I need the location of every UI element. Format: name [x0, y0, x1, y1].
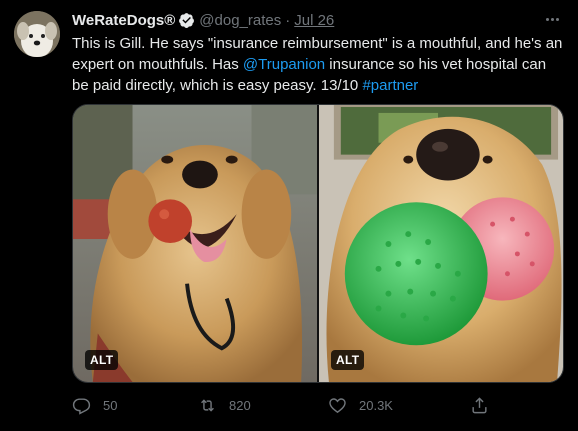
- reply-button[interactable]: 50: [72, 396, 117, 415]
- photo-right[interactable]: ALT: [319, 105, 563, 382]
- action-bar: 50 820 20.3K: [72, 394, 502, 416]
- avatar[interactable]: [14, 11, 60, 57]
- like-button[interactable]: 20.3K: [328, 396, 393, 415]
- verified-badge-icon: [179, 12, 195, 28]
- dog-photo-spiky-balls: [319, 105, 563, 382]
- reply-count: 50: [103, 397, 118, 413]
- heart-icon: [329, 397, 346, 413]
- alt-badge-right[interactable]: ALT: [331, 350, 365, 370]
- photo-left[interactable]: ALT: [73, 105, 317, 382]
- avatar-dog-image: [14, 11, 60, 57]
- tweet-header: WeRateDogs® @dog_rates · Jul 26: [72, 10, 334, 30]
- share-button[interactable]: [470, 396, 501, 415]
- retweet-icon: [201, 398, 214, 412]
- mention-link[interactable]: @Trupanion: [243, 56, 325, 73]
- author-name[interactable]: WeRateDogs®: [72, 12, 175, 29]
- alt-badge-left[interactable]: ALT: [85, 350, 119, 370]
- tweet-date[interactable]: Jul 26: [294, 12, 334, 29]
- tweet-text: This is Gill. He says "insurance reimbur…: [72, 33, 564, 96]
- reply-icon: [72, 397, 91, 415]
- media-grid: ALT ALT: [72, 104, 564, 383]
- author-handle[interactable]: @dog_rates: [199, 12, 281, 29]
- retweet-count: 820: [229, 397, 251, 413]
- share-icon: [472, 396, 487, 413]
- more-options-icon[interactable]: [542, 11, 562, 27]
- hashtag-link[interactable]: #partner: [362, 77, 418, 94]
- tweet[interactable]: WeRateDogs® @dog_rates · Jul 26 This is …: [0, 0, 578, 431]
- dog-photo-ball-in-mouth: [73, 105, 317, 382]
- like-count: 20.3K: [359, 397, 393, 413]
- separator-dot: ·: [285, 11, 291, 29]
- retweet-button[interactable]: 820: [198, 396, 251, 415]
